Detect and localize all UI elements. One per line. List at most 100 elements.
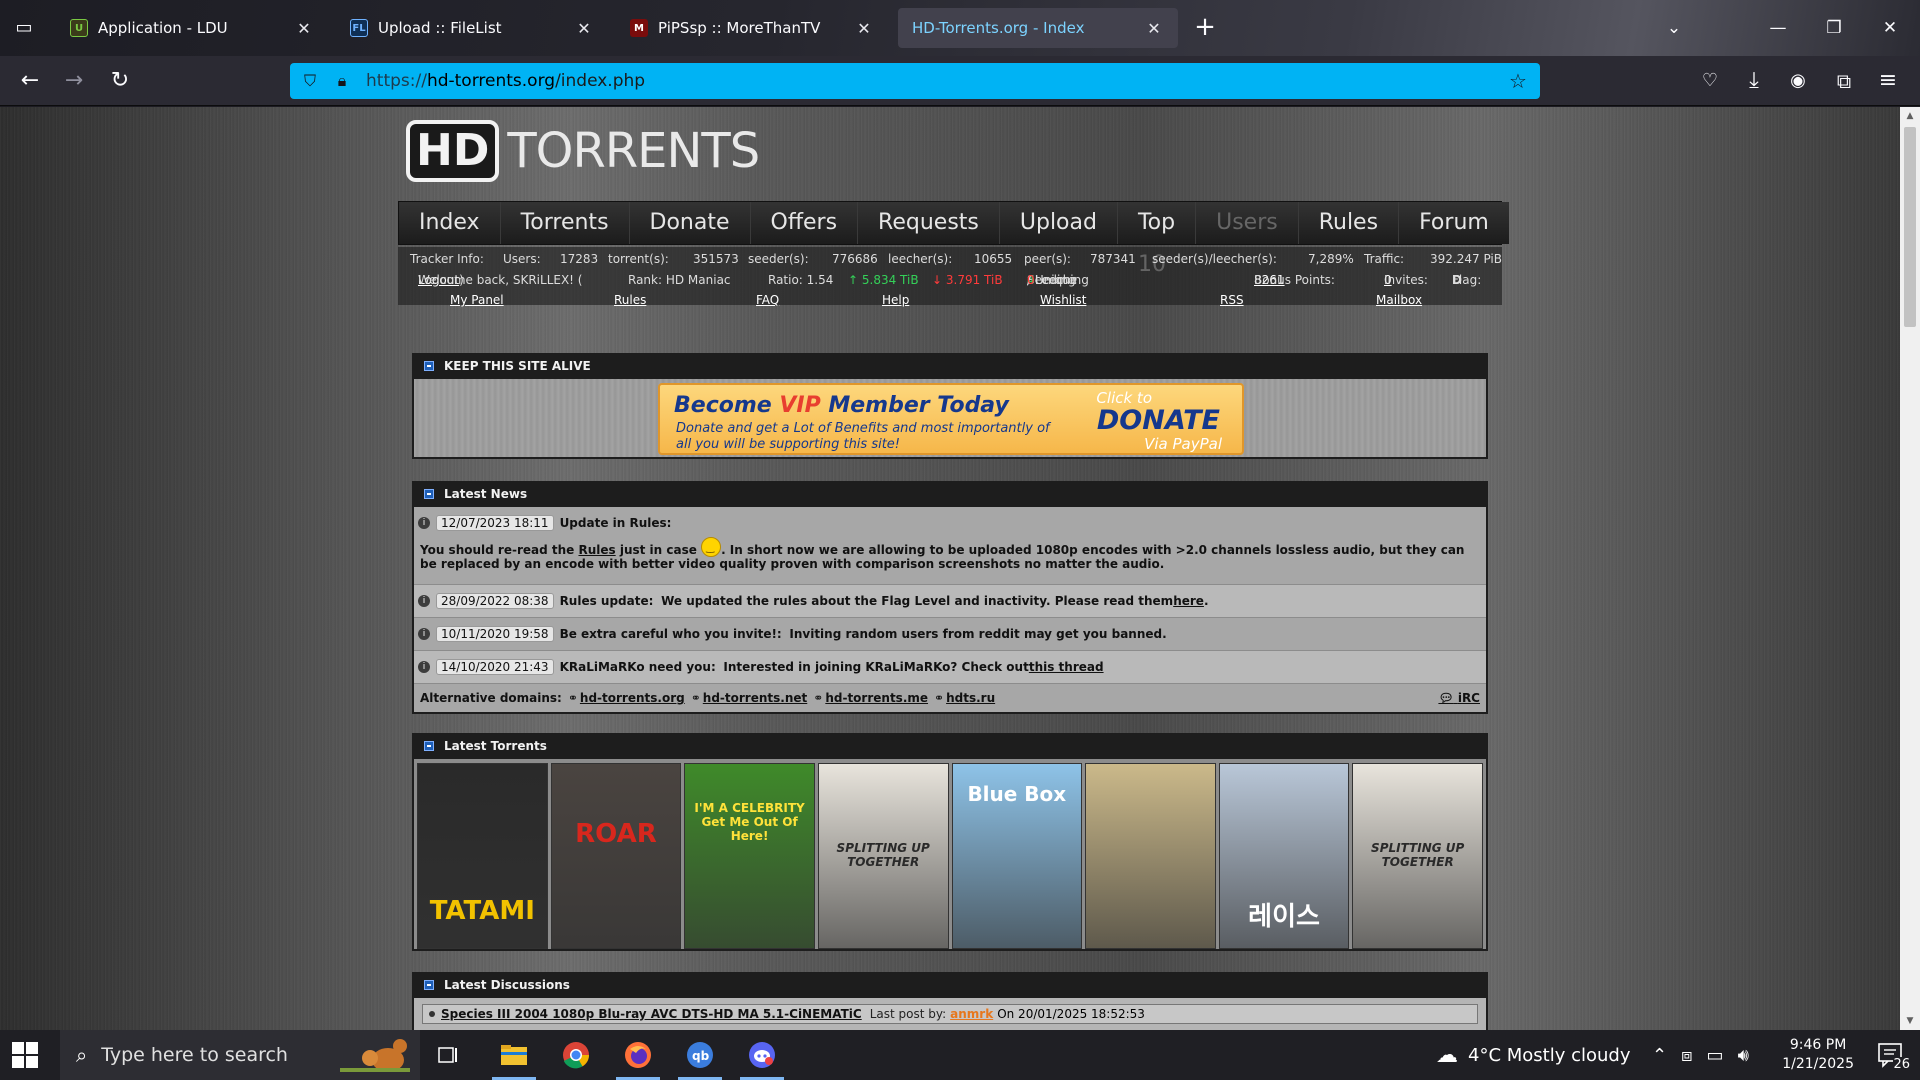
taskbar-search-box[interactable]: ⌕ Type here to search [60, 1030, 420, 1080]
discussion-title-link[interactable]: Species III 2004 1080p Blu-ray AVC DTS-H… [441, 1007, 862, 1021]
shield-icon[interactable]: ⛉ [300, 71, 320, 91]
firefox-icon[interactable] [610, 1035, 666, 1080]
new-tab-icon[interactable]: + [1190, 13, 1220, 43]
alt-domain-link[interactable]: hd-torrents.org [580, 691, 685, 705]
news-item: i 10/11/2020 19:58 Be extra careful who yo… [414, 618, 1486, 651]
news-item: i 14/10/2020 21:43 KRaLiMaRKo need you: In… [414, 651, 1486, 684]
menu-rules[interactable]: Rules [1298, 202, 1400, 244]
link-icon: ⚭ [934, 691, 945, 705]
link-rules[interactable]: Rules [614, 293, 646, 307]
torrent-poster[interactable]: I'M A CELEBRITY Get Me Out Of Here! [684, 763, 815, 949]
menu-upload[interactable]: Upload [999, 202, 1118, 244]
last-post-user-link[interactable]: anmrk [950, 1007, 993, 1021]
news-title-text: Update in Rules: [559, 516, 672, 530]
tab-morethantv[interactable]: M PiPSsp :: MoreThanTV ✕ [616, 8, 888, 48]
alt-domain-link[interactable]: hd-torrents.net [703, 691, 807, 705]
torrent-poster[interactable]: SPLITTING UP TOGETHER [1352, 763, 1483, 949]
url-bar[interactable]: ⛉ 🔒︎ https://hd-torrents.org/index.php ☆ [290, 63, 1540, 99]
link-mailbox[interactable]: Mailbox [1376, 293, 1422, 307]
link-help[interactable]: Help [882, 293, 909, 307]
alt-domain-link[interactable]: hdts.ru [946, 691, 995, 705]
menu-index[interactable]: Index [399, 202, 501, 244]
notification-center-icon[interactable]: 26 [1876, 1040, 1910, 1072]
close-window-icon[interactable]: ✕ [1870, 10, 1910, 46]
news-thread-link[interactable]: this thread [1029, 660, 1104, 674]
page-scrollbar[interactable]: ▲ ▼ [1900, 107, 1920, 1030]
menu-requests[interactable]: Requests [858, 202, 1000, 244]
torrent-poster[interactable]: Blue Box [951, 763, 1083, 949]
tab-ldu[interactable]: U Application - LDU ✕ [56, 8, 328, 48]
torrent-poster[interactable]: ROAR [550, 763, 682, 949]
volume-icon[interactable]: 🔊︎ [1738, 1045, 1749, 1066]
qbittorrent-icon[interactable]: qb [672, 1035, 728, 1080]
close-tab-icon[interactable]: ✕ [294, 19, 314, 38]
collapse-icon[interactable] [424, 489, 434, 499]
meet-now-icon[interactable]: ⧈ [1681, 1045, 1692, 1066]
torrent-poster[interactable] [1085, 763, 1216, 949]
task-view-icon[interactable] [420, 1035, 476, 1075]
tab-overflow-chevron-icon[interactable]: ⌄ [1654, 10, 1694, 46]
menu-hamburger-icon[interactable]: ≡ [1872, 65, 1904, 97]
donate-banner[interactable]: Become VIP Member Today Donate and get a… [658, 383, 1244, 455]
restore-icon[interactable]: ❐ [1814, 10, 1854, 46]
downloads-icon[interactable]: ⤓ [1738, 65, 1770, 97]
banner-headline: Become VIP Member Today [674, 393, 1009, 418]
menu-torrents[interactable]: Torrents [500, 202, 630, 244]
discord-icon[interactable] [734, 1035, 790, 1080]
latest-torrents-header: Latest Torrents [412, 733, 1488, 759]
welcome-label: Welcome back, SKRiLLEX! ( [418, 273, 583, 287]
close-tab-icon[interactable]: ✕ [574, 19, 594, 38]
irc-link[interactable]: 💬︎ iRC [1438, 691, 1480, 705]
reload-icon[interactable]: ↻ [104, 65, 136, 97]
pocket-icon[interactable]: ♡ [1694, 65, 1726, 97]
scroll-thumb[interactable] [1904, 127, 1916, 327]
network-icon[interactable]: ▭ [1707, 1045, 1724, 1066]
chrome-icon[interactable] [548, 1035, 604, 1075]
lock-icon[interactable]: 🔒︎ [332, 71, 352, 91]
minimize-icon[interactable]: — [1758, 10, 1798, 46]
scroll-down-icon[interactable]: ▼ [1900, 1012, 1920, 1030]
file-explorer-icon[interactable] [486, 1035, 542, 1080]
taskbar-clock[interactable]: 9:46 PM 1/21/2025 [1782, 1036, 1854, 1074]
tray-overflow-chevron-icon[interactable]: ⌃ [1652, 1045, 1667, 1066]
news-rules-link[interactable]: Rules [578, 543, 615, 557]
menu-users[interactable]: Users [1196, 202, 1299, 244]
forward-icon[interactable]: → [58, 65, 90, 97]
site-logo[interactable]: HD TORRENTS [406, 120, 760, 182]
close-tab-icon[interactable]: ✕ [1144, 19, 1164, 38]
main-menu: Index Torrents Donate Offers Requests Up… [398, 201, 1509, 277]
link-faq[interactable]: FAQ [756, 293, 779, 307]
collapse-icon[interactable] [424, 980, 434, 990]
tab-list-icon[interactable]: ▭ [10, 14, 38, 42]
invites-label: Invites: [1384, 273, 1428, 287]
tracker-info-label: Tracker Info: [410, 252, 484, 266]
alt-domain-link[interactable]: hd-torrents.me [825, 691, 928, 705]
close-tab-icon[interactable]: ✕ [854, 19, 874, 38]
torrent-poster[interactable]: SPLITTING UP TOGETHER [817, 763, 949, 949]
menu-top10[interactable]: Top 10 [1117, 202, 1197, 277]
menu-offers[interactable]: Offers [750, 202, 859, 244]
extensions-icon[interactable]: ⧉ [1828, 65, 1860, 97]
back-icon[interactable]: ← [14, 65, 46, 97]
profile-avatar-icon[interactable]: ◉ [1782, 65, 1814, 97]
menu-forum[interactable]: Forum [1399, 202, 1509, 244]
smiley-icon [701, 537, 722, 557]
url-text[interactable]: https://hd-torrents.org/index.php [366, 71, 645, 91]
news-header: Latest News [412, 481, 1488, 507]
tab-filelist[interactable]: FL Upload :: FileList ✕ [336, 8, 608, 48]
weather-widget[interactable]: ☁ 4°C Mostly cloudy [1436, 1030, 1631, 1080]
bookmark-star-icon[interactable]: ☆ [1506, 69, 1530, 93]
collapse-icon[interactable] [424, 361, 434, 371]
torrent-poster[interactable]: 레이스 [1218, 763, 1350, 949]
link-wishlist[interactable]: Wishlist [1040, 293, 1086, 307]
news-here-link[interactable]: here [1173, 594, 1204, 608]
menu-donate[interactable]: Donate [629, 202, 751, 244]
windows-start-icon[interactable] [12, 1042, 38, 1068]
link-my-panel[interactable]: My Panel [450, 293, 504, 307]
torrent-poster[interactable]: TATAMI [417, 763, 548, 949]
tab-hd-torrents[interactable]: HD-Torrents.org - Index ✕ [898, 8, 1178, 48]
collapse-icon[interactable] [424, 741, 434, 751]
link-rss[interactable]: RSS [1220, 293, 1244, 307]
scroll-up-icon[interactable]: ▲ [1900, 107, 1920, 125]
downloaded-amount: ↓ 3.791 TiB [932, 273, 1003, 287]
